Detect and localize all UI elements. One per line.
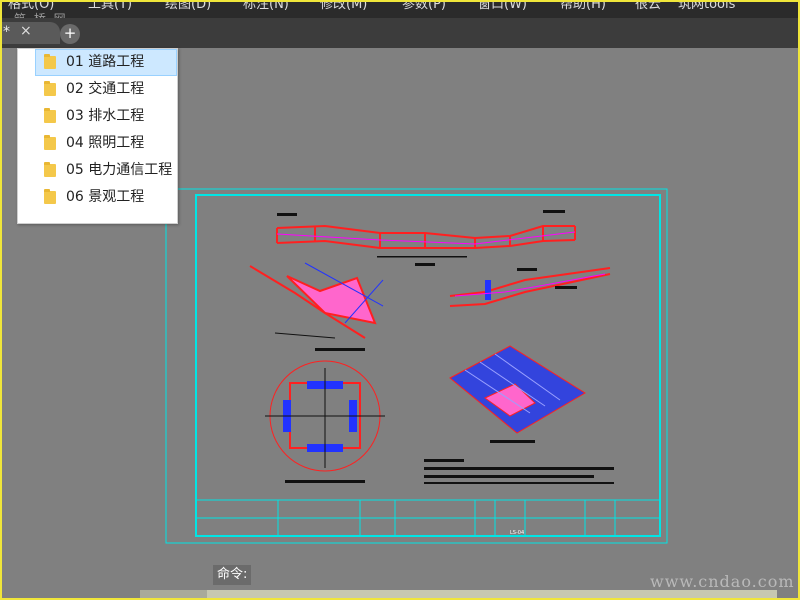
- command-input-strip[interactable]: [207, 590, 777, 600]
- folder-icon: [44, 54, 56, 69]
- unsaved-marker: *: [3, 24, 10, 40]
- menu-draw[interactable]: 绘图(D): [165, 0, 211, 12]
- menu-modify[interactable]: 修改(M): [320, 0, 367, 12]
- menu-dimension[interactable]: 标注(N): [243, 0, 289, 12]
- intersection-plan: [265, 360, 385, 483]
- profile-view-right: [449, 267, 611, 307]
- perspective-grid: [449, 345, 586, 443]
- folder-item-landscape[interactable]: 06 景观工程: [18, 184, 177, 211]
- folder-icon: [44, 81, 56, 96]
- title-block: [195, 499, 661, 537]
- command-prompt[interactable]: 命令:: [213, 565, 252, 585]
- menu-help[interactable]: 帮助(H): [560, 0, 606, 12]
- sheet-code: LS-04: [510, 530, 524, 536]
- folder-item-traffic[interactable]: 02 交通工程: [18, 76, 177, 103]
- tab-bar: * ×: [0, 18, 800, 48]
- folder-dropdown: 01 道路工程 02 交通工程 03 排水工程 04 照明工程 05 电力通信工…: [17, 48, 178, 224]
- drawing-tab[interactable]: * ×: [0, 22, 60, 44]
- folder-icon: [44, 189, 56, 204]
- folder-icon: [44, 162, 56, 177]
- folder-item-power[interactable]: 05 电力通信工程: [18, 157, 177, 184]
- folder-icon: [44, 135, 56, 150]
- drawing-sheet: LS-04: [165, 188, 668, 544]
- new-tab-button[interactable]: +: [60, 24, 80, 44]
- menu-window[interactable]: 窗口(W): [478, 0, 527, 12]
- menu-tools-plugin[interactable]: 筑网tools: [678, 0, 735, 12]
- folder-item-road[interactable]: 01 道路工程: [35, 49, 177, 76]
- folder-item-lighting[interactable]: 04 照明工程: [18, 130, 177, 157]
- close-icon[interactable]: ×: [20, 23, 32, 39]
- menu-cloud[interactable]: 很云: [635, 0, 661, 12]
- menu-parameter[interactable]: 参数(P): [402, 0, 446, 12]
- sheet-outer-border: [165, 188, 668, 544]
- folder-icon: [44, 108, 56, 123]
- plan-view-left: [249, 262, 384, 351]
- drawing-notes: [424, 459, 614, 484]
- sheet-inner-border: [195, 194, 661, 537]
- watermark-bottom-right: www.cndao.com: [650, 572, 795, 591]
- menu-tools[interactable]: 工具(T): [88, 0, 132, 12]
- menu-bar: 格式(O) 工具(T) 绘图(D) 标注(N) 修改(M) 参数(P) 窗口(W…: [0, 0, 800, 18]
- folder-item-drainage[interactable]: 03 排水工程: [18, 103, 177, 130]
